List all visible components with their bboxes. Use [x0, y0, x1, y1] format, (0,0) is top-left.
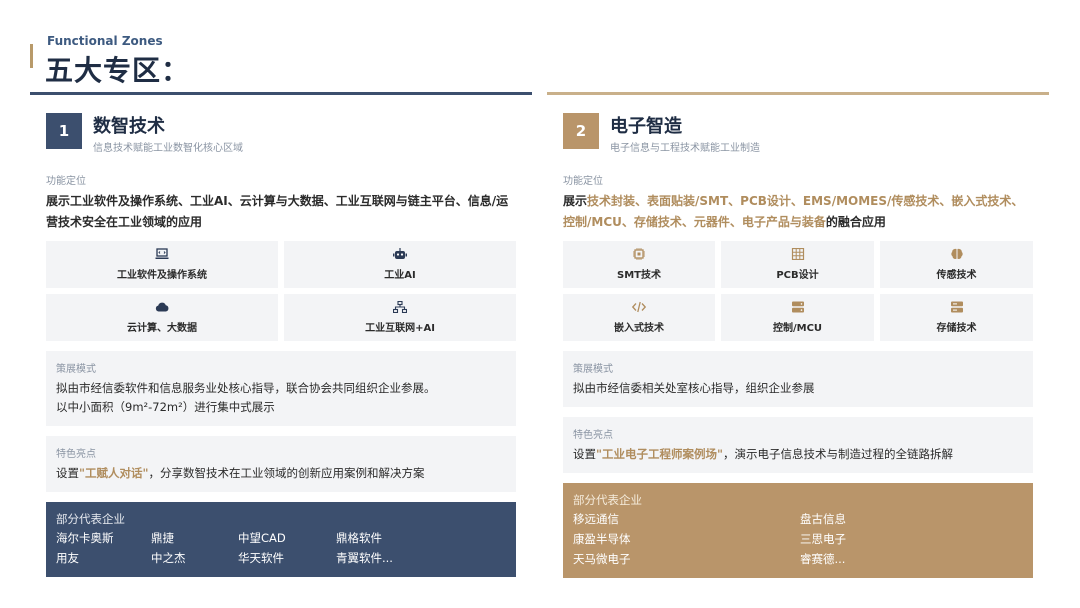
- tile-label: PCB设计: [776, 270, 819, 281]
- company-name: 用友: [56, 551, 79, 565]
- curation-mode-panel: 策展模式 拟由市经信委相关处室核心指导，组织企业参展: [563, 351, 1033, 407]
- zone-number-badge: 2: [563, 113, 599, 149]
- tile-cloud-bigdata[interactable]: 云计算、大数据: [46, 294, 278, 341]
- curation-mode-label: 策展模式: [56, 364, 96, 375]
- tile-industrial-software[interactable]: 工业软件及操作系统: [46, 241, 278, 288]
- highlight-text: 设置"工业电子工程师案例场"，演示电子信息技术与制造过程的全链路拆解: [573, 445, 1023, 464]
- positioning-label: 功能定位: [46, 176, 86, 187]
- zone-card-digital-tech: 1 数智技术 信息技术赋能工业数智化核心区域 功能定位 展示工业软件及操作系统、…: [30, 92, 532, 577]
- tile-sensing[interactable]: 传感技术: [880, 241, 1033, 288]
- highlight-label: 特色亮点: [573, 430, 613, 441]
- zone-number-badge: 1: [46, 113, 82, 149]
- zone-top-divider: [30, 92, 532, 95]
- highlight-keyword: "工赋人对话": [79, 466, 149, 480]
- server-icon: [791, 301, 804, 313]
- tile-pcb[interactable]: PCB设计: [721, 241, 874, 288]
- zone-title: 数智技术: [93, 116, 165, 137]
- company-name: 移远通信: [573, 512, 619, 526]
- company-name: 海尔卡奥斯: [56, 531, 114, 545]
- tile-industrial-internet[interactable]: 工业互联网+AI: [284, 294, 516, 341]
- storage-icon: [950, 301, 963, 313]
- positioning-text-pre: 展示: [563, 194, 588, 208]
- zone-header: 1 数智技术 信息技术赋能工业数智化核心区域: [30, 110, 532, 166]
- code-icon: [632, 301, 646, 313]
- company-name: 青翼软件...: [336, 551, 393, 565]
- company-name: 三思电子: [800, 532, 846, 546]
- company-name: 华天软件: [238, 551, 284, 565]
- tile-embedded[interactable]: 嵌入式技术: [563, 294, 715, 341]
- companies-list: 移远通信 盘古信息 康盈半导体 三思电子 天马微电子 睿赛德...: [573, 510, 1023, 569]
- company-name: 鼎格软件: [336, 531, 382, 545]
- tile-label: SMT技术: [617, 270, 661, 281]
- companies-panel: 部分代表企业 移远通信 盘古信息 康盈半导体 三思电子 天马微电子 睿赛德...: [563, 483, 1033, 578]
- zone-top-divider: [547, 92, 1049, 95]
- company-name: 中之杰: [151, 551, 186, 565]
- tile-storage[interactable]: 存储技术: [880, 294, 1033, 341]
- zone-card-electronic-manufacturing: 2 电子智造 电子信息与工程技术赋能工业制造 功能定位 展示技术封装、表面贴装/…: [547, 92, 1049, 578]
- positioning-text: 展示技术封装、表面贴装/SMT、PCB设计、EMS/MOMES/传感技术、嵌入式…: [563, 191, 1033, 233]
- tile-label: 嵌入式技术: [614, 323, 664, 334]
- companies-panel: 部分代表企业 海尔卡奥斯 鼎捷 中望CAD 鼎格软件 用友 中之杰 华天软件 青…: [46, 502, 516, 577]
- chip-icon: [633, 248, 645, 260]
- company-name: 鼎捷: [151, 531, 174, 545]
- tile-label: 工业软件及操作系统: [117, 270, 207, 281]
- tile-label: 云计算、大数据: [127, 323, 197, 334]
- tile-industrial-ai[interactable]: 工业AI: [284, 241, 516, 288]
- company-name: 中望CAD: [238, 531, 286, 545]
- cloud-icon: [155, 302, 169, 312]
- highlight-text: 设置"工赋人对话"，分享数智技术在工业领域的创新应用案例和解决方案: [56, 464, 506, 483]
- companies-label: 部分代表企业: [573, 493, 642, 507]
- highlight-panel: 特色亮点 设置"工业电子工程师案例场"，演示电子信息技术与制造过程的全链路拆解: [563, 417, 1033, 473]
- laptop-code-icon: [155, 248, 169, 259]
- robot-icon: [393, 248, 407, 259]
- tile-label: 工业AI: [384, 270, 416, 281]
- highlight-text-pre: 设置: [573, 447, 596, 461]
- companies-list: 海尔卡奥斯 鼎捷 中望CAD 鼎格软件 用友 中之杰 华天软件 青翼软件...: [56, 529, 506, 568]
- zone-subtitle: 电子信息与工程技术赋能工业制造: [610, 143, 760, 154]
- curation-mode-text-2: 以中小面积（9m²-72m²）进行集中式展示: [56, 400, 275, 414]
- tile-smt[interactable]: SMT技术: [563, 241, 715, 288]
- zone-title: 电子智造: [610, 116, 682, 137]
- tile-label: 存储技术: [936, 323, 977, 334]
- page-title: 五大专区：: [45, 54, 191, 87]
- company-name: 天马微电子: [573, 552, 631, 566]
- company-name: 睿赛德...: [800, 552, 846, 566]
- highlight-text-pre: 设置: [56, 466, 79, 480]
- company-name: 盘古信息: [800, 512, 846, 526]
- company-name: 康盈半导体: [573, 532, 631, 546]
- curation-mode-text: 拟由市经信委相关处室核心指导，组织企业参展: [573, 381, 815, 395]
- highlight-text-post: ，分享数智技术在工业领域的创新应用案例和解决方案: [148, 466, 425, 480]
- network-icon: [393, 301, 407, 313]
- grid-board-icon: [791, 248, 804, 260]
- highlight-label: 特色亮点: [56, 449, 96, 460]
- tile-label: 工业互联网+AI: [365, 323, 435, 334]
- positioning-text: 展示工业软件及操作系统、工业AI、云计算与大数据、工业互联网与链主平台、信息/运…: [46, 194, 509, 229]
- highlight-text-post: ，演示电子信息技术与制造过程的全链路拆解: [722, 447, 953, 461]
- curation-mode-text: 拟由市经信委软件和信息服务业处核心指导，联合协会共同组织企业参展。: [56, 381, 436, 395]
- companies-label: 部分代表企业: [56, 512, 125, 526]
- highlight-panel: 特色亮点 设置"工赋人对话"，分享数智技术在工业领域的创新应用案例和解决方案: [46, 436, 516, 492]
- curation-mode-label: 策展模式: [573, 364, 613, 375]
- page-subtitle: Functional Zones: [47, 34, 163, 48]
- highlight-keyword: "工业电子工程师案例场": [596, 447, 723, 461]
- positioning-label: 功能定位: [563, 176, 603, 187]
- tile-label: 传感技术: [936, 270, 977, 281]
- zone-subtitle: 信息技术赋能工业数智化核心区域: [93, 143, 243, 154]
- tech-tile-grid: 工业软件及操作系统 工业AI 云计算、大数据 工业互联网+AI: [46, 241, 516, 341]
- header-accent-bar: [30, 44, 33, 68]
- positioning-text-post: 的融合应用: [825, 215, 886, 229]
- tile-control-mcu[interactable]: 控制/MCU: [721, 294, 874, 341]
- curation-mode-panel: 策展模式 拟由市经信委软件和信息服务业处核心指导，联合协会共同组织企业参展。 以…: [46, 351, 516, 426]
- tile-label: 控制/MCU: [772, 323, 823, 334]
- tech-tile-grid: SMT技术 PCB设计 传感技术 嵌入式技术 控制/MCU 存储技术: [563, 241, 1033, 341]
- zone-header: 2 电子智造 电子信息与工程技术赋能工业制造: [547, 110, 1049, 166]
- positioning-keywords: 技术封装、表面贴装/SMT、PCB设计、EMS/MOMES/传感技术、嵌入式技术…: [563, 194, 1024, 229]
- brain-icon: [950, 248, 963, 260]
